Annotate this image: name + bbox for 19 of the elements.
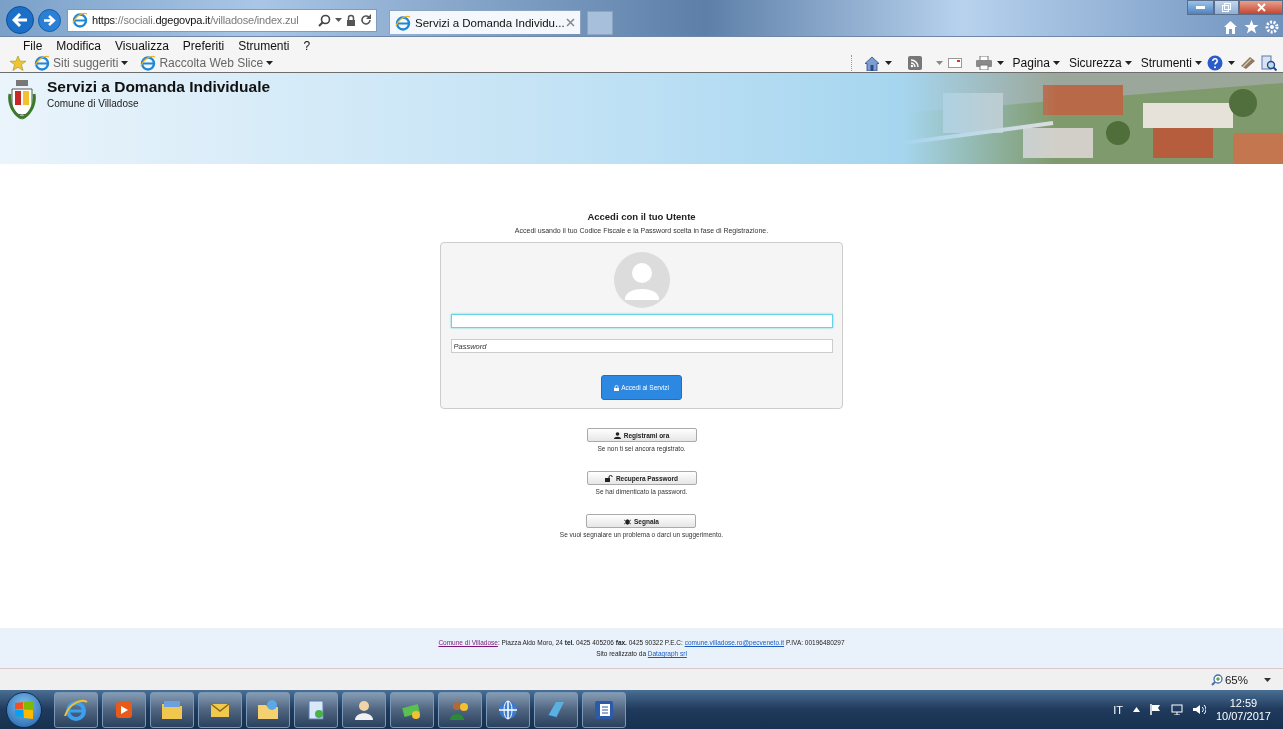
login-title: Accedi con il tuo Utente <box>587 211 696 223</box>
menu-item[interactable]: Preferiti <box>175 38 232 53</box>
command-menu[interactable]: Pagina <box>1012 56 1060 70</box>
menu-item[interactable]: File <box>16 38 50 53</box>
menu-item[interactable]: Modifica <box>49 38 109 53</box>
menu-item[interactable]: Visualizza <box>108 38 176 53</box>
zoom-control[interactable]: 65% <box>1210 673 1248 686</box>
favorites-link[interactable]: Raccolta Web Slice <box>159 56 264 70</box>
menu-item[interactable]: Strumenti <box>231 38 297 53</box>
clock[interactable]: 12:59 10/07/2017 <box>1215 696 1271 723</box>
favorites-link[interactable]: Siti suggeriti <box>53 56 119 70</box>
menu-item[interactable]: ? <box>296 38 318 53</box>
site-title: Servizi a Domanda Individuale <box>47 78 272 96</box>
command-menu[interactable]: Strumenti <box>1140 56 1202 70</box>
site-subtitle: Comune di Villadose <box>47 98 140 109</box>
address-field[interactable]: https://sociali.dgegovpa.it/villadose/index.zul <box>67 8 377 32</box>
language-indicator[interactable]: IT <box>1113 703 1123 716</box>
command-menu[interactable]: Sicurezza <box>1068 56 1132 70</box>
browser-tab[interactable]: Servizi a Domanda Individu... <box>389 10 581 34</box>
